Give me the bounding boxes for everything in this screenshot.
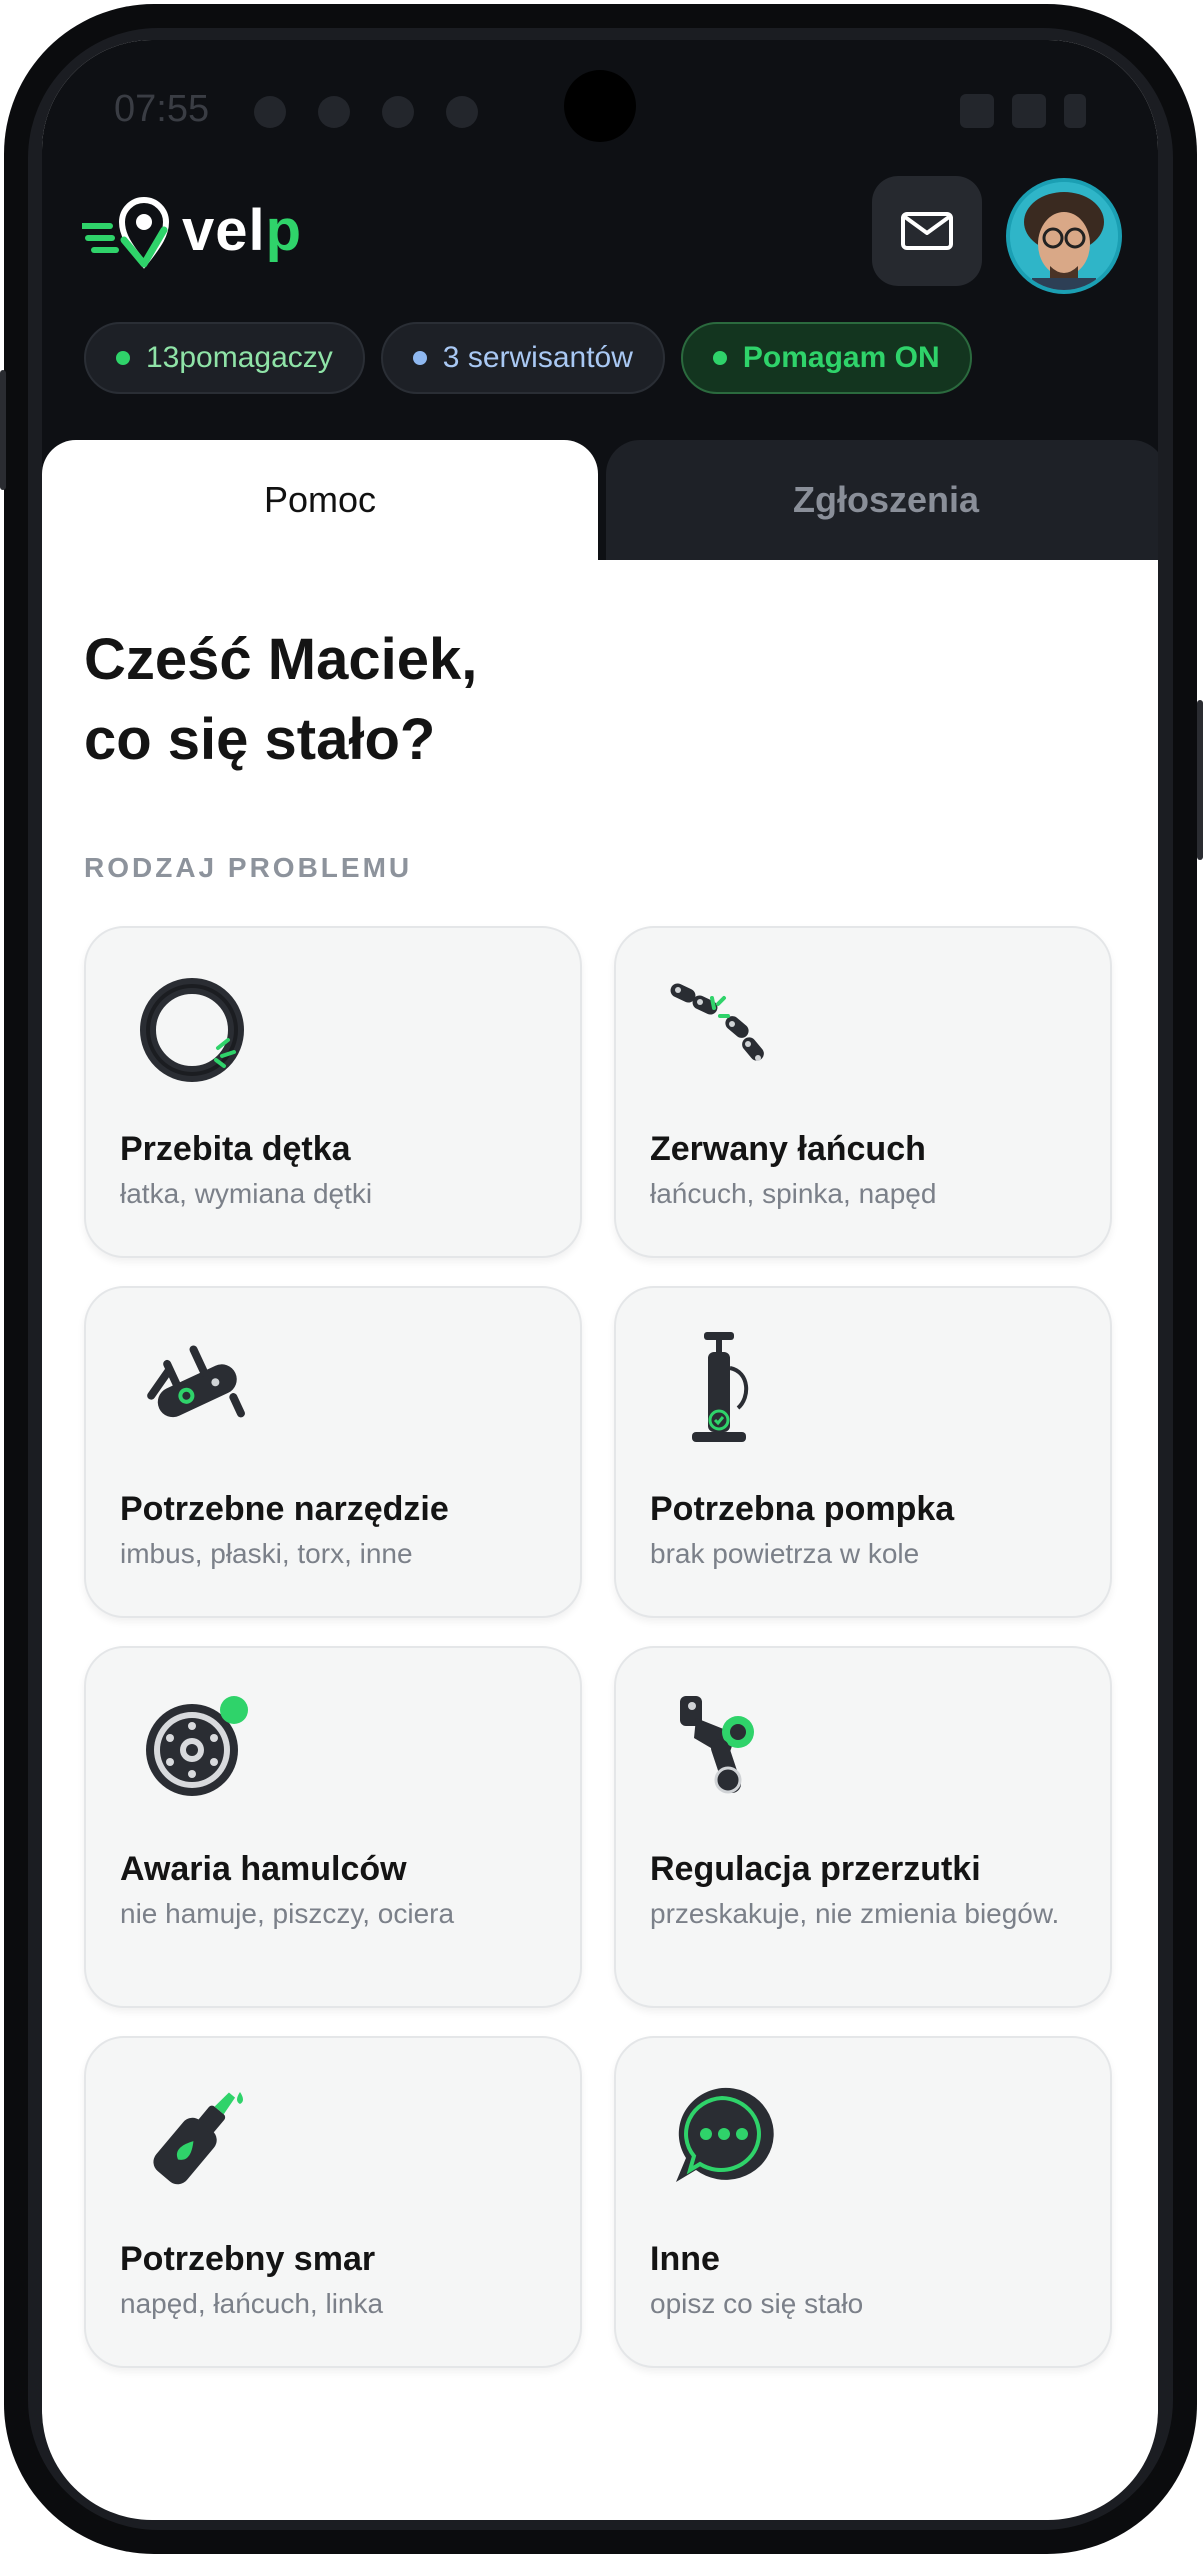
card-title: Przebita dętka	[120, 1130, 351, 1168]
problem-card-other[interactable]: Inne opisz co się stało	[614, 2036, 1112, 2368]
battery-icon	[1064, 94, 1086, 128]
card-title: Awaria hamulców	[120, 1850, 407, 1888]
tab-label: Pomoc	[263, 479, 377, 520]
messages-button[interactable]	[872, 176, 982, 286]
helping-toggle-chip[interactable]: Pomagam ON	[680, 322, 972, 394]
helpers-label: pomagaczy	[179, 341, 333, 374]
section-label: RODZAJ PROBLEMU	[84, 852, 413, 883]
problem-card-pump-needed[interactable]: Potrzebna pompka brak powietrza w kole	[614, 1286, 1112, 1618]
card-title: Inne	[650, 2240, 720, 2278]
status-dot-icon	[116, 351, 130, 365]
signal-icon	[1012, 94, 1046, 128]
card-subtitle: łatka, wymiana dętki	[120, 1178, 373, 1209]
multitool-icon	[147, 1345, 245, 1418]
location-pin-logo-icon	[82, 197, 170, 269]
problem-card-brake-failure[interactable]: Awaria hamulców nie hamuje, piszczy, oci…	[84, 1646, 582, 2008]
lube-bottle-icon	[153, 2092, 243, 2185]
app-icon	[446, 96, 478, 128]
brand-name: velp	[182, 197, 302, 264]
tab-pomoc[interactable]: Pomoc	[42, 440, 598, 560]
card-subtitle: nie hamuje, piszczy, ociera	[120, 1898, 455, 1929]
card-subtitle: opisz co się stało	[650, 2288, 864, 2319]
problem-card-lube-needed[interactable]: Potrzebny smar napęd, łańcuch, linka	[84, 2036, 582, 2368]
avatar-face	[1010, 182, 1118, 290]
derailleur-icon	[680, 1696, 754, 1794]
notification-dot-icon	[254, 96, 286, 128]
problem-card-flat-tire[interactable]: Przebita dętka łatka, wymiana dętki	[84, 926, 582, 1258]
card-title: Potrzebne narzędzie	[120, 1490, 449, 1528]
brake-disc-icon	[146, 1696, 248, 1796]
problem-card-tool-needed[interactable]: Potrzebne narzędzie imbus, płaski, torx,…	[84, 1286, 582, 1618]
card-title: Potrzebny smar	[120, 2240, 376, 2278]
problem-card-broken-chain[interactable]: Zerwany łańcuch łańcuch, spinka, napęd	[614, 926, 1112, 1258]
system-icons	[960, 94, 1086, 128]
sync-icon	[318, 96, 350, 128]
chain-icon	[670, 983, 764, 1061]
notification-icons	[254, 96, 478, 128]
card-subtitle: napęd, łańcuch, linka	[120, 2288, 384, 2319]
tab-zgloszenia[interactable]: Zgłoszenia	[606, 440, 1158, 560]
brand-name-suffix: p	[265, 197, 303, 263]
card-subtitle: łańcuch, spinka, napęd	[650, 1178, 937, 1209]
card-title: Regulacja przerzutki	[650, 1850, 981, 1888]
chat-bubble-icon	[676, 2087, 774, 2182]
app-header: 07:55 velp 13 pomagaczy 3 serwisantów Po…	[42, 40, 1158, 560]
problem-card-derailleur-adjustment[interactable]: Regulacja przerzutki przeskakuje, nie zm…	[614, 1646, 1112, 2008]
velp-logo: velp	[82, 190, 302, 270]
greeting-line-1: Cześć Maciek,	[84, 627, 478, 692]
brand-name-prefix: vel	[182, 197, 266, 263]
helping-toggle-label: Pomagam ON	[742, 341, 940, 374]
card-title: Zerwany łańcuch	[650, 1130, 926, 1168]
status-time: 07:55	[114, 88, 210, 130]
helpers-count-chip[interactable]: 13 pomagaczy	[84, 322, 365, 394]
status-chips: 13 pomagaczy 3 serwisantów Pomagam ON	[84, 322, 972, 394]
greeting-heading: Cześć Maciek, co się stało?	[84, 620, 984, 780]
card-subtitle: przeskakuje, nie zmienia biegów.	[650, 1898, 1060, 1929]
mechanics-count-chip[interactable]: 3 serwisantów	[380, 322, 665, 394]
inner-tube-icon	[140, 978, 244, 1082]
shield-icon	[382, 96, 414, 128]
front-camera	[564, 70, 636, 142]
user-avatar[interactable]	[1006, 178, 1122, 294]
side-button	[1197, 700, 1203, 860]
status-dot-icon	[712, 351, 727, 365]
greeting-line-2: co się stało?	[84, 707, 436, 772]
tab-label: Zgłoszenia	[792, 479, 980, 520]
helpers-count: 13	[146, 341, 180, 374]
status-dot-icon	[412, 351, 427, 365]
wifi-icon	[960, 94, 994, 128]
mechanics-count: 3	[442, 341, 460, 374]
card-subtitle: brak powietrza w kole	[650, 1538, 920, 1569]
app-screen: 07:55 velp 13 pomagaczy 3 serwisantów Po…	[42, 40, 1158, 2520]
side-button	[0, 370, 6, 490]
card-subtitle: imbus, płaski, torx, inne	[120, 1538, 413, 1569]
mail-icon	[901, 212, 953, 250]
pump-icon	[692, 1332, 749, 1442]
mechanics-label: serwisantów	[467, 341, 633, 374]
card-title: Potrzebna pompka	[650, 1490, 955, 1528]
